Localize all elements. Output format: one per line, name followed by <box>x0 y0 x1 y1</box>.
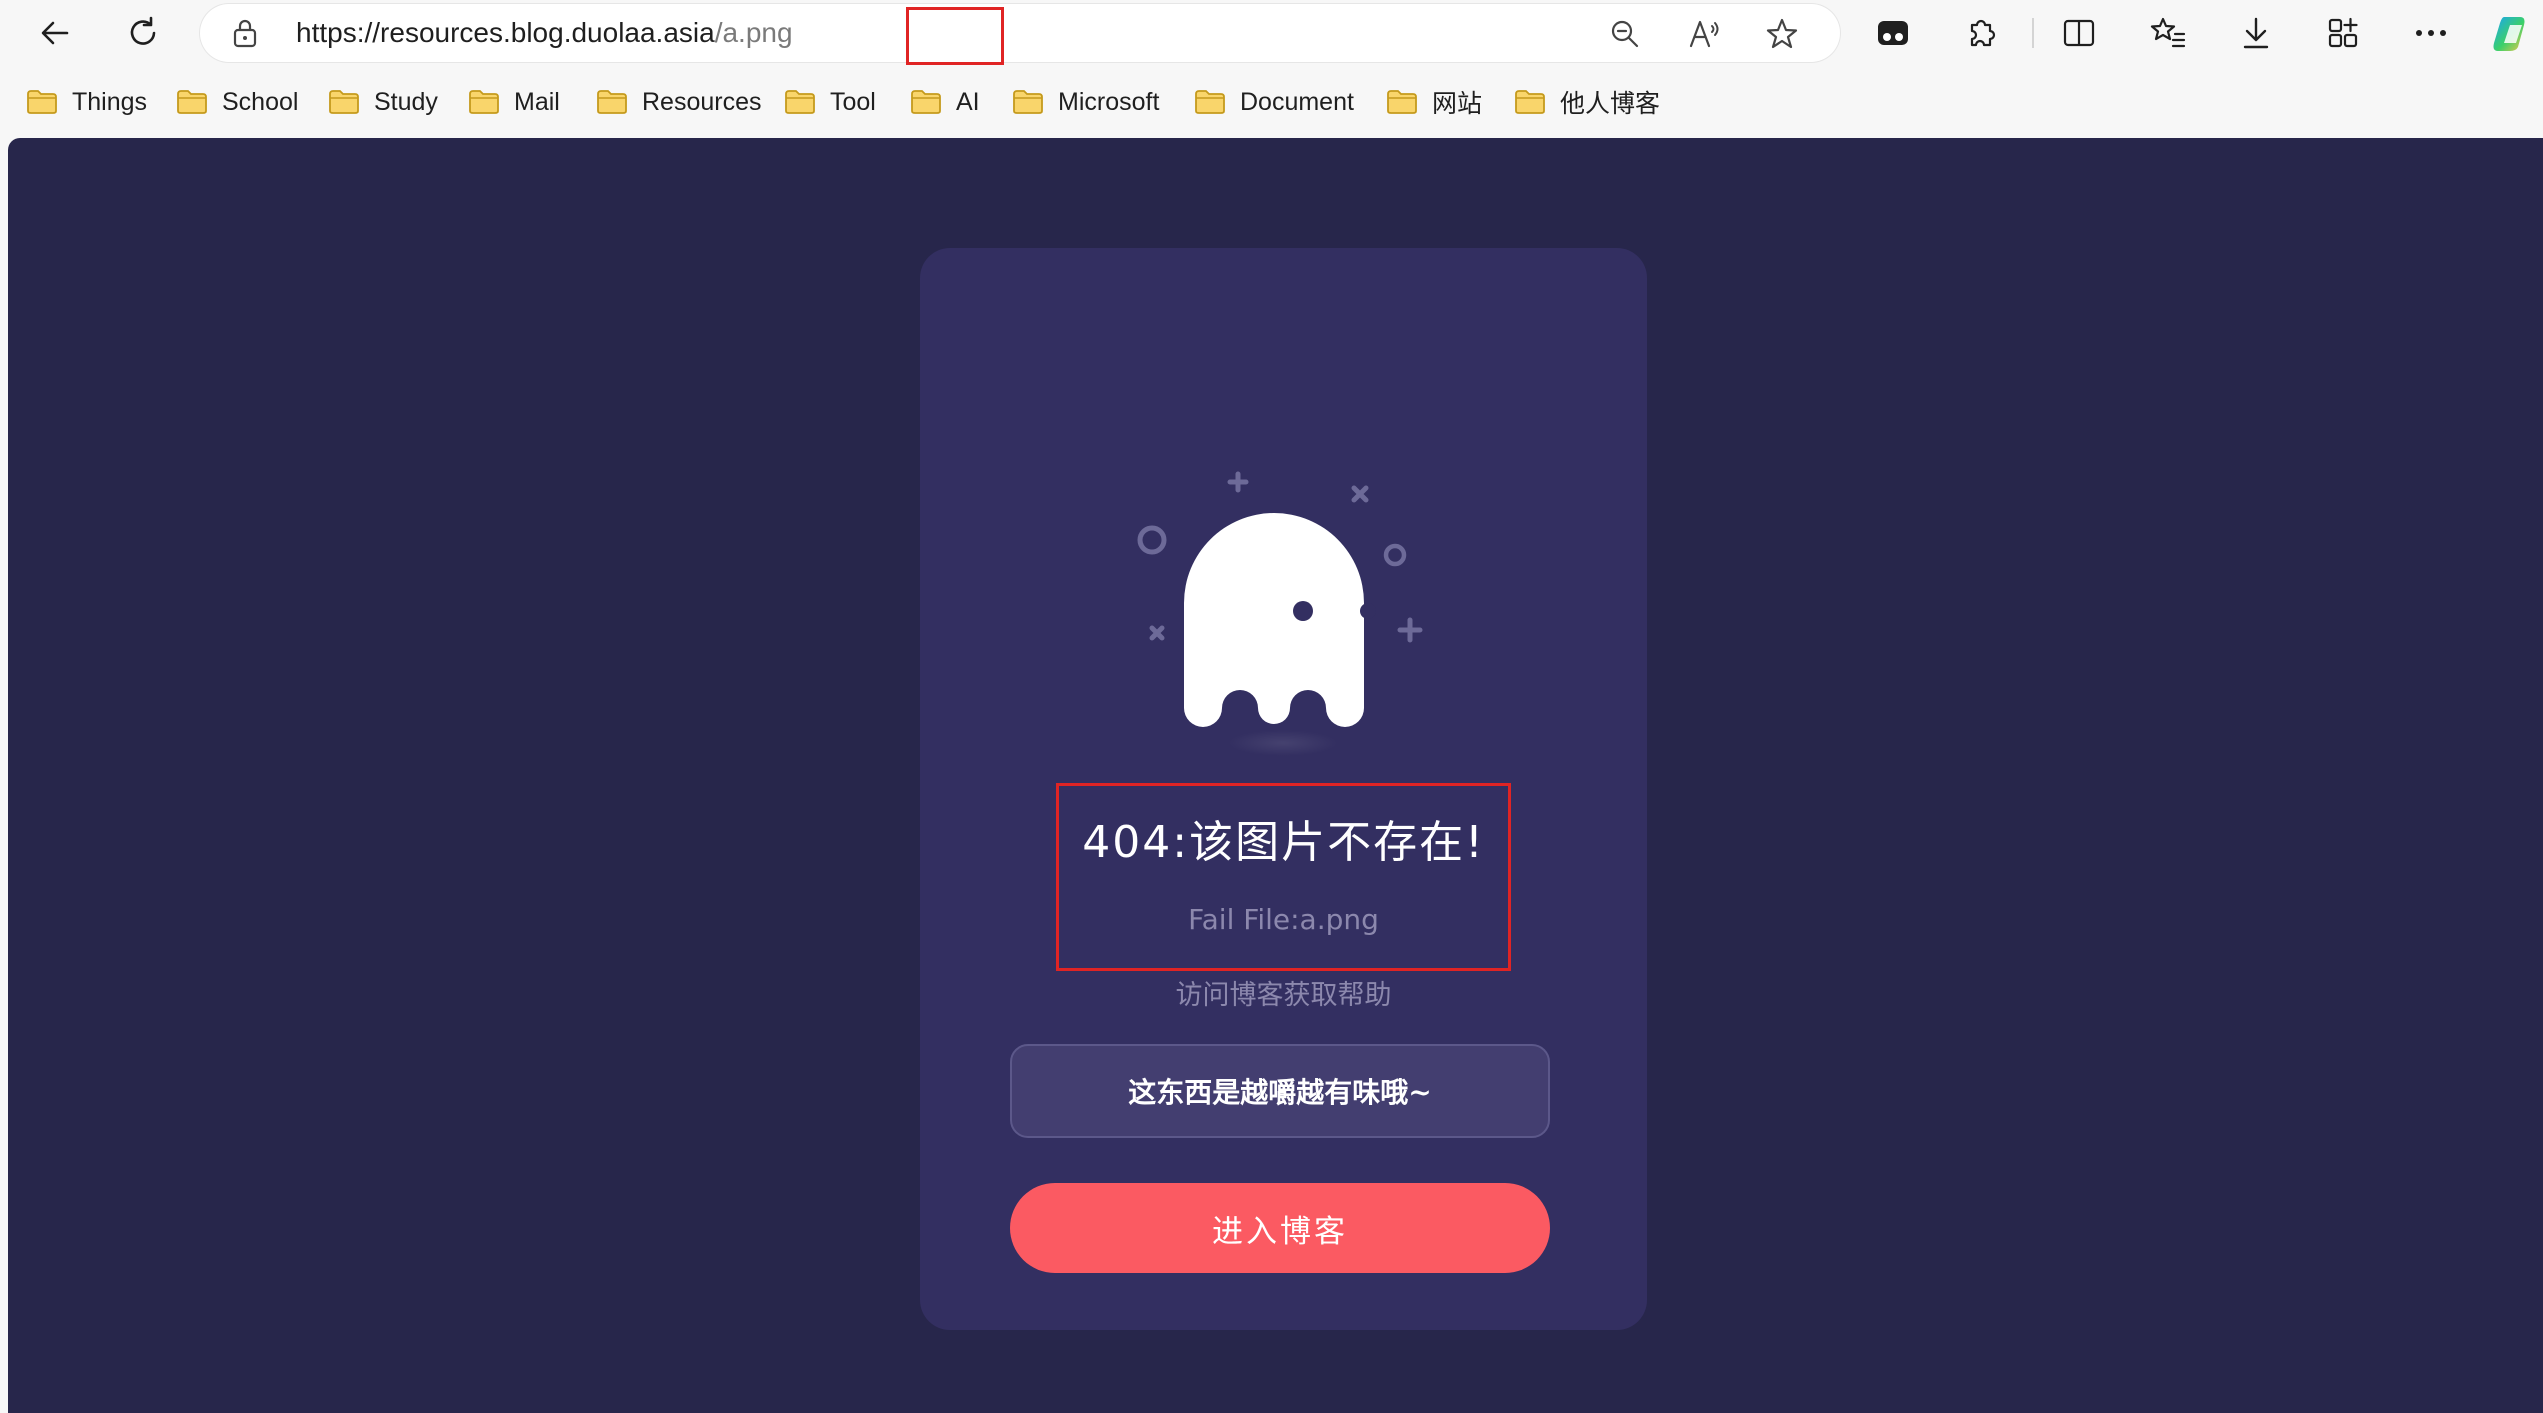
folder-icon <box>785 90 815 114</box>
url-text[interactable]: https://resources.blog.duolaa.asia/a.png <box>296 17 793 49</box>
bookmark-label: Tool <box>830 87 876 116</box>
bookmark-label: AI <box>956 87 980 116</box>
bookmark-microsoft[interactable]: Microsoft <box>1012 84 1159 120</box>
bookmark-label: Document <box>1240 87 1354 116</box>
more-options-icon[interactable] <box>2408 10 2454 56</box>
bookmark-resources[interactable]: Resources <box>596 84 762 120</box>
refresh-icon <box>130 16 156 45</box>
ghost-eye <box>1360 603 1376 619</box>
bookmark-label: School <box>222 87 299 116</box>
bookmark-tool[interactable]: Tool <box>784 84 876 120</box>
quote-box: 这东西是越嚼越有味哦~ <box>1010 1044 1550 1138</box>
url-highlight-box <box>906 7 1004 65</box>
folder-icon <box>597 90 627 114</box>
url-host: https://resources.blog.duolaa.asia <box>296 17 715 48</box>
sparkle-plus-icon <box>1397 617 1423 643</box>
page-viewport: 404:该图片不存在! Fail File:a.png 访问博客获取帮助 这东西… <box>8 138 2543 1413</box>
toolbar-divider <box>2032 18 2034 48</box>
bookmark-document[interactable]: Document <box>1194 84 1354 120</box>
bookmark-label: Microsoft <box>1058 87 1160 116</box>
folder-icon <box>469 90 499 114</box>
folder-icon <box>1387 90 1417 114</box>
bookmark-label: Things <box>72 87 148 116</box>
downloads-icon[interactable] <box>2233 10 2279 56</box>
sparkle-cross-icon <box>1351 485 1369 503</box>
address-bar[interactable]: https://resources.blog.duolaa.asia/a.png <box>200 4 1840 65</box>
folder-icon <box>27 90 57 114</box>
refresh-button[interactable] <box>118 8 168 58</box>
favorites-list-icon[interactable] <box>2145 10 2191 56</box>
folder-icon <box>1515 90 1545 114</box>
bookmark-school[interactable]: School <box>176 84 298 120</box>
bookmark-label: Mail <box>514 87 560 116</box>
folder-icon <box>177 90 207 114</box>
enter-blog-button[interactable]: 进入博客 <box>1010 1183 1550 1273</box>
read-aloud-icon[interactable] <box>1685 14 1725 54</box>
lock-icon[interactable] <box>230 18 260 48</box>
sparkle-ring-icon <box>1137 525 1167 555</box>
bookmark-label: 网站 <box>1432 90 1483 118</box>
sparkle-cross-icon <box>1149 625 1165 641</box>
bookmark-study[interactable]: Study <box>328 84 438 120</box>
bookmark-others-blogs[interactable]: 他人博客 <box>1514 84 1660 120</box>
favorite-star-icon[interactable] <box>1762 14 1802 54</box>
extensions-puzzle-icon[interactable] <box>1958 10 2004 56</box>
url-path: /a.png <box>714 17 793 48</box>
sparkle-ring-icon <box>1383 543 1407 567</box>
help-link[interactable]: 访问博客获取帮助 <box>920 973 1647 1012</box>
copilot-icon[interactable] <box>2490 10 2536 56</box>
bookmark-label: 他人博客 <box>1560 90 1661 118</box>
folder-icon <box>329 90 359 114</box>
zoom-out-icon[interactable] <box>1605 14 1645 54</box>
folder-icon <box>1013 90 1043 114</box>
bookmark-label: Study <box>374 87 438 116</box>
ghost-shadow <box>1228 730 1338 756</box>
back-arrow-icon <box>41 21 69 45</box>
bookmark-websites[interactable]: 网站 <box>1386 84 1482 120</box>
bookmark-ai[interactable]: AI <box>910 84 980 120</box>
folder-icon <box>1195 90 1225 114</box>
split-screen-icon[interactable] <box>2056 10 2102 56</box>
ghost-illustration <box>1120 468 1440 768</box>
ghost-icon <box>1184 513 1364 727</box>
bookmark-mail[interactable]: Mail <box>468 84 560 120</box>
bookmark-label: Resources <box>642 87 762 116</box>
bookmark-things[interactable]: Things <box>26 84 147 120</box>
folder-icon <box>911 90 941 114</box>
sparkle-plus-icon <box>1227 471 1249 493</box>
message-highlight-box <box>1056 783 1511 971</box>
collections-icon[interactable] <box>2320 10 2366 56</box>
back-button[interactable] <box>30 8 80 58</box>
extension-game-icon[interactable] <box>1870 10 1916 56</box>
bookmarks-bar: Things School Study Mail Resources Tool … <box>0 66 2543 138</box>
browser-toolbar: https://resources.blog.duolaa.asia/a.png <box>0 0 2543 66</box>
ghost-eye <box>1293 601 1313 621</box>
error-card: 404:该图片不存在! Fail File:a.png 访问博客获取帮助 这东西… <box>920 248 1647 1330</box>
